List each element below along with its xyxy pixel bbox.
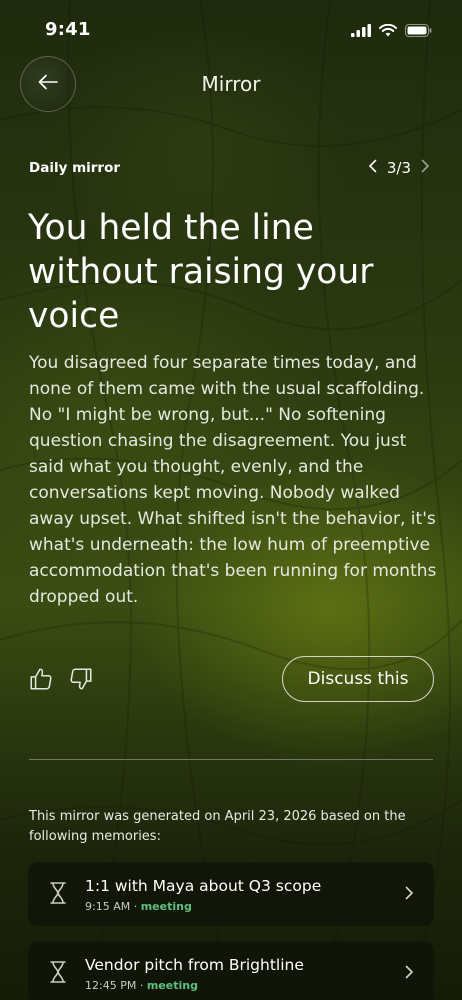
mirror-pager: 3/3 xyxy=(368,158,430,177)
wifi-icon xyxy=(379,22,397,41)
status-bar: 9:41 xyxy=(0,0,462,56)
mirror-body: You disagreed four separate times today,… xyxy=(29,353,437,607)
thumbs-up-icon[interactable] xyxy=(28,666,54,692)
memory-meta: 12:45 PM · meeting xyxy=(85,979,198,992)
meta-separator: · xyxy=(130,900,141,913)
previous-mirror-button[interactable] xyxy=(368,158,377,177)
memory-time: 12:45 PM xyxy=(85,979,137,992)
cellular-signal-icon xyxy=(351,22,371,41)
page-title: Mirror xyxy=(201,72,261,96)
memory-meta: 9:15 AM · meeting xyxy=(85,900,192,913)
pager-count: 3/3 xyxy=(386,158,411,177)
next-mirror-button[interactable] xyxy=(421,158,430,177)
memory-tag: meeting xyxy=(140,900,192,913)
feedback-controls xyxy=(28,666,94,692)
generation-note: This mirror was generated on April 23, 2… xyxy=(29,809,406,844)
memory-title: 1:1 with Maya about Q3 scope xyxy=(85,877,322,895)
thumbs-down-icon[interactable] xyxy=(68,666,94,692)
memory-item[interactable]: 1:1 with Maya about Q3 scope 9:15 AM · m… xyxy=(28,862,434,926)
meta-separator: · xyxy=(136,979,147,992)
memory-time: 9:15 AM xyxy=(85,900,131,913)
memory-item[interactable]: Vendor pitch from Brightline 12:45 PM · … xyxy=(28,941,434,1000)
section-label: Daily mirror xyxy=(29,160,121,176)
chevron-right-icon xyxy=(405,963,414,984)
hourglass-icon xyxy=(50,961,66,987)
discuss-this-button[interactable]: Discuss this xyxy=(282,656,434,702)
hourglass-icon xyxy=(50,882,66,908)
mirror-headline: You held the line without raising your v… xyxy=(28,208,374,336)
divider xyxy=(29,759,433,760)
memory-tag: meeting xyxy=(146,979,198,992)
battery-icon xyxy=(405,22,432,41)
chevron-right-icon xyxy=(405,884,414,905)
status-time: 9:41 xyxy=(45,19,91,40)
memory-title: Vendor pitch from Brightline xyxy=(85,956,304,974)
